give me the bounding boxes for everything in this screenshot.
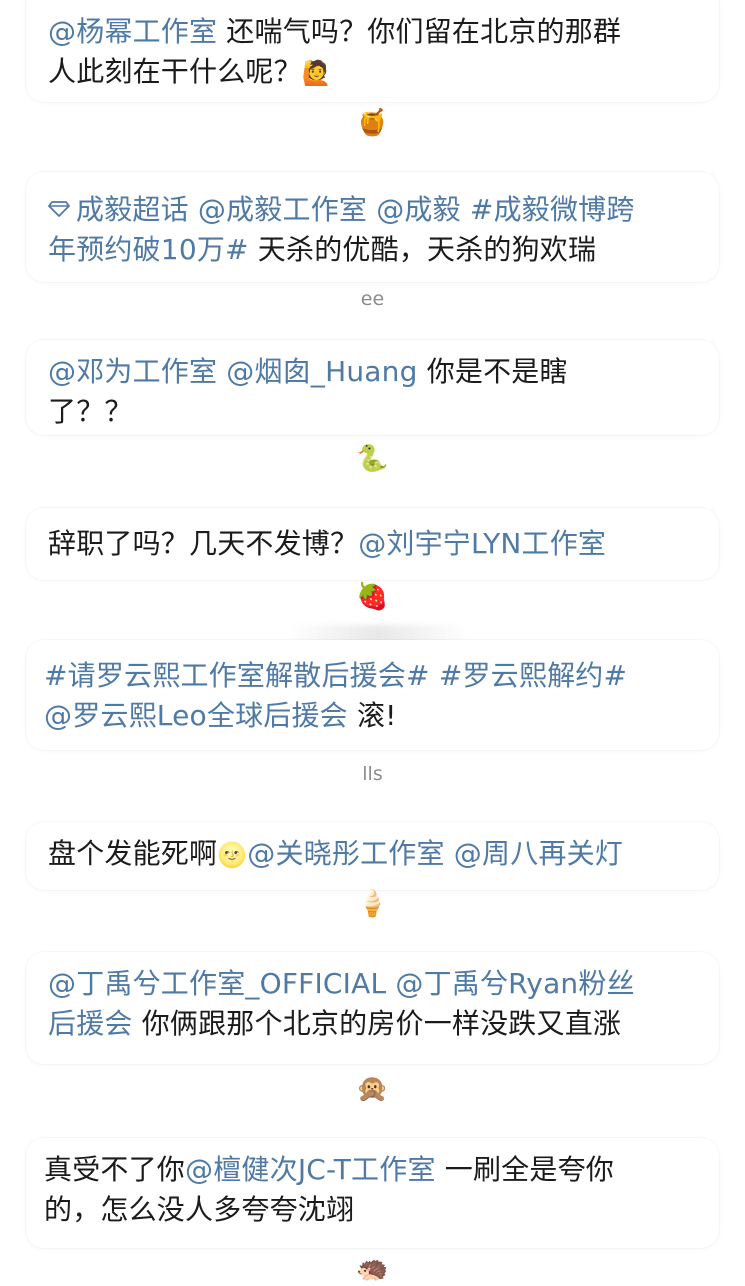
comment-body: 还喘气吗？你们留在北京的那群 xyxy=(217,15,622,48)
mention-link[interactable]: @檀健次JC-T工作室 xyxy=(185,1153,436,1186)
topic-hashtags[interactable]: #请罗云熙工作室解散后援会# #罗云熙解约# xyxy=(44,659,627,692)
monkey-divider-icon: 🙊 xyxy=(356,1074,389,1104)
comment-text: #请罗云熙工作室解散后援会# #罗云熙解约# @罗云熙Leo全球后援会 滚! xyxy=(44,656,694,736)
strawberry-divider-icon: 🍓 xyxy=(356,582,389,612)
comment-body: 你是不是瞎 xyxy=(417,355,568,388)
comment-text: 辞职了吗？几天不发博？@刘宇宁LYN工作室 xyxy=(48,524,698,564)
comment-body: 了？？ xyxy=(48,395,133,428)
mention-link[interactable]: @杨幂工作室 xyxy=(48,15,217,48)
topic-hashtag[interactable]: 年预约破10万# xyxy=(48,233,249,266)
comment-body: 一刷全是夸你 xyxy=(435,1153,614,1186)
moon-face-emoji: 🌝 xyxy=(217,841,248,869)
comment-text: 成毅超话 @成毅工作室 @成毅 #成毅微博跨 年预约破10万# 天杀的优酷，天杀… xyxy=(48,190,698,270)
ice-cream-divider-icon: 🍦 xyxy=(356,889,389,919)
comment-text: @丁禹兮工作室_OFFICIAL @丁禹兮Ryan粉丝 后援会 你俩跟那个北京的… xyxy=(48,964,698,1044)
mention-links[interactable]: @关晓彤工作室 @周八再关灯 xyxy=(247,837,623,870)
mention-links[interactable]: @丁禹兮工作室_OFFICIAL @丁禹兮Ryan粉丝 xyxy=(48,967,635,1000)
comment-body: 天杀的优酷，天杀的狗欢瑞 xyxy=(248,233,597,266)
mention-link[interactable]: @邓为工作室 @烟囱_Huang xyxy=(48,355,418,388)
text-divider: lls xyxy=(0,755,745,789)
mention-link[interactable]: 后援会 xyxy=(48,1007,133,1040)
comment-text: @邓为工作室 @烟囱_Huang 你是不是瞎 了？？ xyxy=(48,352,698,432)
snake-divider-icon: 🐍 xyxy=(356,444,389,474)
comment-body: 真受不了你 xyxy=(44,1153,186,1186)
mention-link[interactable]: @刘宇宁LYN工作室 xyxy=(358,527,606,560)
comment-body: 的，怎么没人多夸夸沈翊 xyxy=(44,1193,355,1226)
comment-text: 真受不了你@檀健次JC-T工作室 一刷全是夸你 的，怎么没人多夸夸沈翊 xyxy=(44,1150,694,1230)
raising-hand-emoji: 🙋 xyxy=(301,59,332,87)
comment-body: 人此刻在干什么呢？ xyxy=(48,55,302,88)
text-divider: ee xyxy=(0,280,745,314)
comment-text: @杨幂工作室 还喘气吗？你们留在北京的那群 人此刻在干什么呢？🙋 xyxy=(48,12,698,93)
honey-pot-divider-icon: 🍯 xyxy=(356,108,389,138)
gem-icon xyxy=(48,201,70,217)
hedgehog-divider-icon: 🦔 xyxy=(356,1254,389,1284)
comment-body: 滚! xyxy=(347,699,397,732)
divider-label: ee xyxy=(360,288,385,310)
comment-body: 盘个发能死啊 xyxy=(48,837,218,870)
comment-text: 盘个发能死啊🌝@关晓彤工作室 @周八再关灯 xyxy=(48,834,698,875)
divider-label: lls xyxy=(362,763,383,785)
comment-body: 辞职了吗？几天不发博？ xyxy=(48,527,359,560)
comment-body: 你俩跟那个北京的房价一样没跌又直涨 xyxy=(132,1007,622,1040)
mention-link[interactable]: @罗云熙Leo全球后援会 xyxy=(44,699,348,732)
comment-feed: @杨幂工作室 还喘气吗？你们留在北京的那群 人此刻在干什么呢？🙋 🍯 成毅超话 … xyxy=(0,0,745,1284)
super-topic-mentions[interactable]: 成毅超话 @成毅工作室 @成毅 #成毅微博跨 xyxy=(76,193,635,226)
